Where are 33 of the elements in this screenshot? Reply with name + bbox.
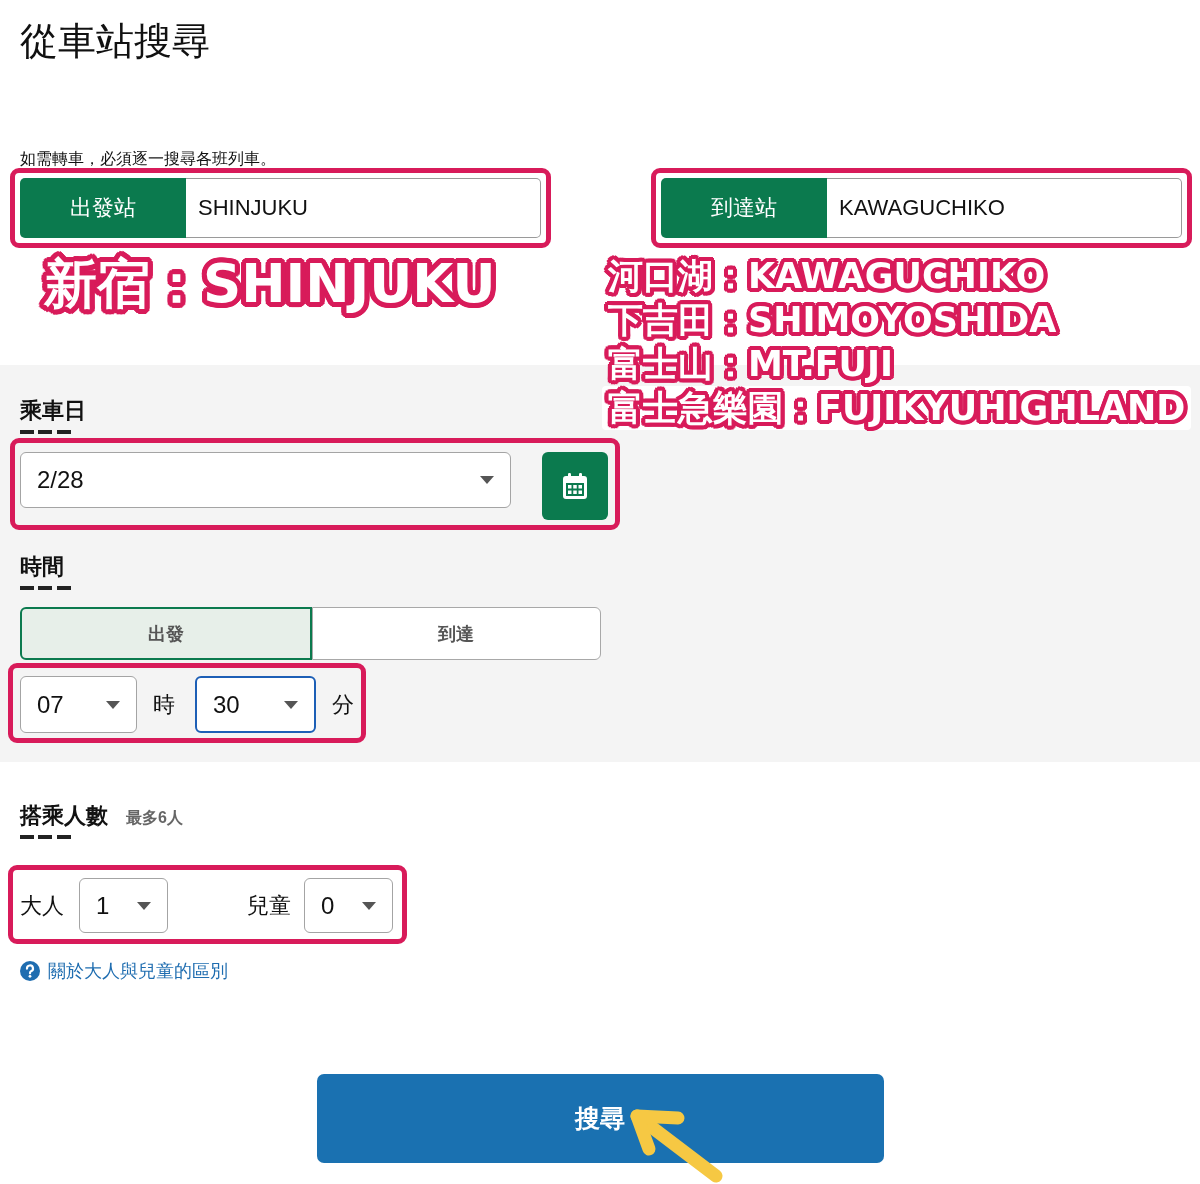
annotation-text: 河口湖：KAWAGUCHIKO: [602, 254, 1052, 298]
passengers-label: 搭乘人數: [18, 802, 108, 830]
station-label: 到達站: [661, 178, 827, 238]
max-passengers-hint: 最多6人: [126, 808, 183, 828]
help-link[interactable]: 關於大人與兒童的區別: [48, 959, 228, 983]
annotation-text: 新宿：SHINJUKU: [38, 248, 502, 320]
time-select[interactable]: 30: [195, 676, 316, 733]
calendar-button[interactable]: [542, 452, 608, 520]
passenger-type-label: 兒童: [247, 891, 291, 920]
time-mode-tab[interactable]: 出發: [20, 607, 312, 660]
time-unit-label: 時: [153, 690, 175, 719]
calendar-icon: [563, 473, 587, 499]
time-mode-tab[interactable]: 到達: [311, 607, 601, 660]
caret-down-icon: [284, 700, 298, 709]
transfer-note: 如需轉車，必須逐一搜尋各班列車。: [19, 149, 276, 169]
station-input[interactable]: KAWAGUCHIKO: [827, 178, 1182, 238]
help-icon: [20, 961, 40, 981]
caret-down-icon: [137, 901, 151, 910]
date-select[interactable]: 2/28: [20, 452, 511, 508]
caret-down-icon: [362, 901, 376, 910]
search-button[interactable]: 搜尋: [316, 1074, 884, 1163]
station-input[interactable]: SHINJUKU: [186, 178, 541, 238]
time-unit-label: 分: [332, 690, 354, 719]
caret-down-icon: [106, 700, 120, 709]
date-label: 乘車日: [19, 397, 86, 425]
passenger-type-label: 大人: [20, 891, 64, 920]
passenger-count-select[interactable]: 0: [304, 878, 393, 933]
page-title: 從車站搜尋: [19, 19, 210, 64]
passenger-count-select[interactable]: 1: [79, 878, 168, 933]
caret-down-icon: [480, 476, 494, 484]
time-label: 時間: [19, 553, 64, 581]
station-label: 出發站: [20, 178, 186, 238]
time-select[interactable]: 07: [20, 676, 137, 733]
